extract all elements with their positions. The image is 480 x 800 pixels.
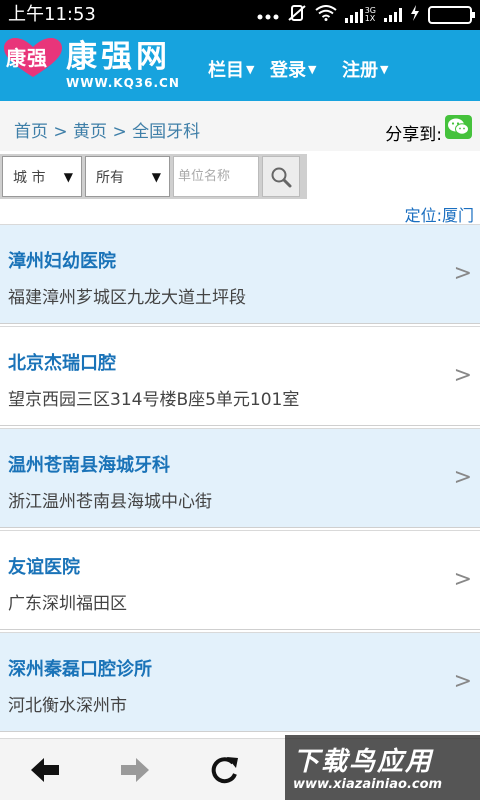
wifi-icon [315, 5, 337, 25]
wechat-share-icon[interactable] [445, 115, 472, 139]
list-item[interactable]: 友谊医院 广东深圳福田区 > [0, 530, 480, 630]
clinic-name: 深州秦磊口腔诊所 [8, 659, 152, 680]
clinic-name: 北京杰瑞口腔 [8, 353, 116, 374]
list-item[interactable]: 温州苍南县海城牙科 浙江温州苍南县海城中心街 > [0, 428, 480, 528]
caret-down-icon: ▼ [308, 62, 317, 76]
chevron-right-icon: > [453, 465, 472, 490]
status-icons: 3G 1X [257, 4, 475, 26]
watermark: 下载鸟应用 www.xiazainiao.com [285, 735, 480, 800]
city-select[interactable]: 城 市 ▼ [2, 156, 82, 197]
app-screen: 上午11:53 3G 1X 康强 康强网 WWW.KQ36.CN 栏目 ▼ 登录… [0, 0, 480, 800]
type-select-value: 所有 [96, 169, 124, 186]
network-signal-icon: 3G 1X [344, 7, 376, 23]
nav-columns[interactable]: 栏目 ▼ [208, 56, 254, 82]
cell-signal-icon [384, 8, 402, 22]
clinic-name: 温州苍南县海城牙科 [8, 455, 170, 476]
search-bar: 城 市 ▼ 所有 ▼ 定位:厦门 [0, 151, 480, 226]
charging-icon [410, 5, 420, 25]
status-bar: 上午11:53 3G 1X [0, 0, 480, 30]
logo-url: WWW.KQ36.CN [66, 76, 180, 90]
clinic-list: 漳州妇幼医院 福建漳州芗城区九龙大道土坪段 > 北京杰瑞口腔 望京西园三区314… [0, 224, 480, 734]
list-item[interactable]: 北京杰瑞口腔 望京西园三区314号楼B座5单元101室 > [0, 326, 480, 426]
nav-register-label: 注册 [342, 60, 378, 81]
notification-dots-icon [257, 6, 279, 25]
dropdown-triangle-icon: ▼ [63, 169, 73, 184]
nav-login-label: 登录 [270, 60, 306, 81]
site-logo[interactable]: 康强 康强网 WWW.KQ36.CN [2, 38, 180, 93]
refresh-icon [211, 757, 238, 784]
clinic-name: 友谊医院 [8, 557, 80, 578]
vibrate-muted-icon [287, 4, 307, 26]
nav-register[interactable]: 注册 ▼ [342, 56, 388, 82]
refresh-button[interactable] [208, 755, 242, 785]
nav-columns-label: 栏目 [208, 60, 244, 81]
site-header: 康强 康强网 WWW.KQ36.CN 栏目 ▼ 登录 ▼ 注册 ▼ [0, 30, 480, 101]
chevron-right-icon: > [453, 669, 472, 694]
chevron-right-icon: > [453, 261, 472, 286]
search-icon [271, 167, 292, 187]
logo-heart-text: 康强 [6, 46, 48, 70]
battery-icon [428, 6, 475, 24]
location-indicator[interactable]: 定位:厦门 [405, 202, 474, 226]
arrow-left-icon [31, 758, 59, 782]
status-time: 上午11:53 [8, 4, 96, 25]
caret-down-icon: ▼ [380, 62, 389, 76]
type-select[interactable]: 所有 ▼ [85, 156, 170, 197]
arrow-right-icon [121, 758, 149, 782]
breadcrumb-bar: 首页 > 黄页 > 全国牙科 分享到: [0, 101, 480, 151]
share-label: 分享到: [385, 125, 442, 145]
list-item[interactable]: 漳州妇幼医院 福建漳州芗城区九龙大道土坪段 > [0, 224, 480, 324]
caret-down-icon: ▼ [246, 62, 255, 76]
locate-label: 定位: [404, 206, 442, 225]
unit-name-input[interactable] [173, 156, 259, 197]
logo-name: 康强网 [66, 39, 171, 75]
clinic-address: 望京西园三区314号楼B座5单元101室 [8, 390, 300, 410]
chevron-right-icon: > [453, 567, 472, 592]
dropdown-triangle-icon: ▼ [151, 169, 161, 184]
chevron-right-icon: > [453, 363, 472, 388]
back-button[interactable] [28, 755, 62, 785]
locate-city: 厦门 [441, 206, 474, 225]
nav-login[interactable]: 登录 ▼ [270, 56, 316, 82]
clinic-address: 河北衡水深州市 [8, 696, 127, 716]
clinic-address: 浙江温州苍南县海城中心街 [8, 492, 212, 512]
search-button[interactable] [262, 156, 300, 197]
watermark-url: www.xiazainiao.com [293, 777, 443, 792]
watermark-title: 下载鸟应用 [293, 747, 434, 777]
clinic-address: 广东深圳福田区 [8, 594, 127, 614]
network-label-1x: 1X [364, 14, 376, 23]
clinic-address: 福建漳州芗城区九龙大道土坪段 [8, 288, 246, 308]
forward-button[interactable] [118, 755, 152, 785]
search-group: 城 市 ▼ 所有 ▼ [0, 154, 307, 199]
city-select-value: 城 市 [13, 169, 46, 186]
clinic-name: 漳州妇幼医院 [8, 251, 116, 272]
list-item[interactable]: 深州秦磊口腔诊所 河北衡水深州市 > [0, 632, 480, 732]
breadcrumb[interactable]: 首页 > 黄页 > 全国牙科 [14, 117, 200, 142]
